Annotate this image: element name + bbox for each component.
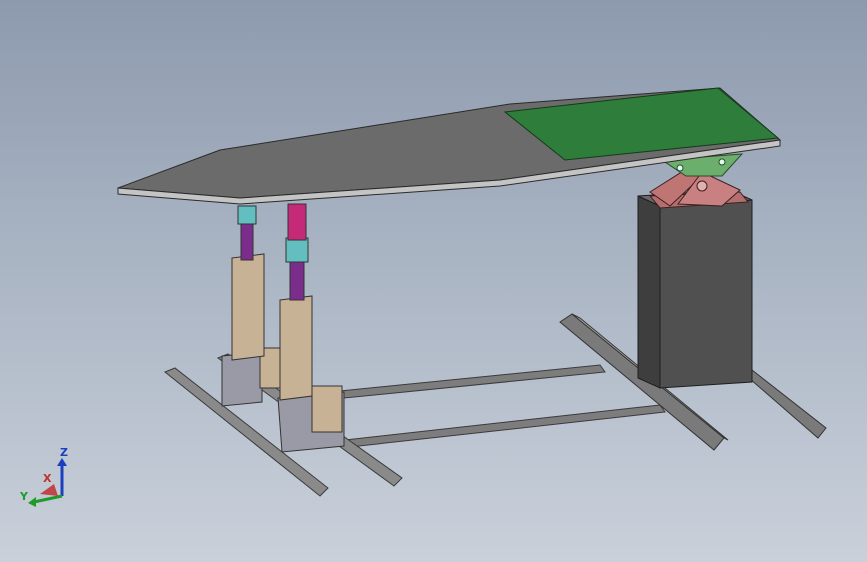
rail-far-right — [740, 369, 827, 439]
z-axis-label: Z — [60, 446, 68, 459]
z-axis-arrow-icon — [57, 458, 67, 466]
rod-right — [289, 259, 305, 301]
rod-left — [240, 221, 254, 261]
bracket-upper-pin-2 — [676, 164, 684, 172]
pillar-front — [659, 199, 753, 389]
cylinder-left — [231, 253, 265, 361]
y-axis-line — [33, 494, 63, 504]
bracket-upper-pin — [718, 158, 726, 166]
coordinate-triad: Z X Y — [19, 446, 68, 507]
cross-bar-back — [329, 364, 606, 400]
actuator-left — [221, 205, 281, 407]
base-block-left — [221, 351, 263, 407]
coupling-right-upper — [287, 203, 307, 241]
side-box-right — [311, 385, 343, 433]
y-axis-arrow-icon — [28, 497, 36, 507]
coupling-right-lower — [285, 237, 309, 263]
cross-bar-front — [344, 404, 666, 448]
x-axis-cone-icon — [40, 484, 58, 496]
bracket-pin — [696, 180, 708, 192]
coupling-left — [237, 205, 257, 225]
y-axis-label: Y — [19, 490, 29, 503]
x-axis-label: X — [43, 472, 52, 485]
pillar-side — [637, 195, 661, 389]
actuator-right — [277, 203, 345, 453]
cad-viewport[interactable]: Z X Y — [0, 0, 867, 562]
cylinder-right — [279, 295, 313, 401]
support-pillar — [637, 189, 753, 389]
assembly-scene[interactable]: Z X Y — [0, 0, 867, 562]
